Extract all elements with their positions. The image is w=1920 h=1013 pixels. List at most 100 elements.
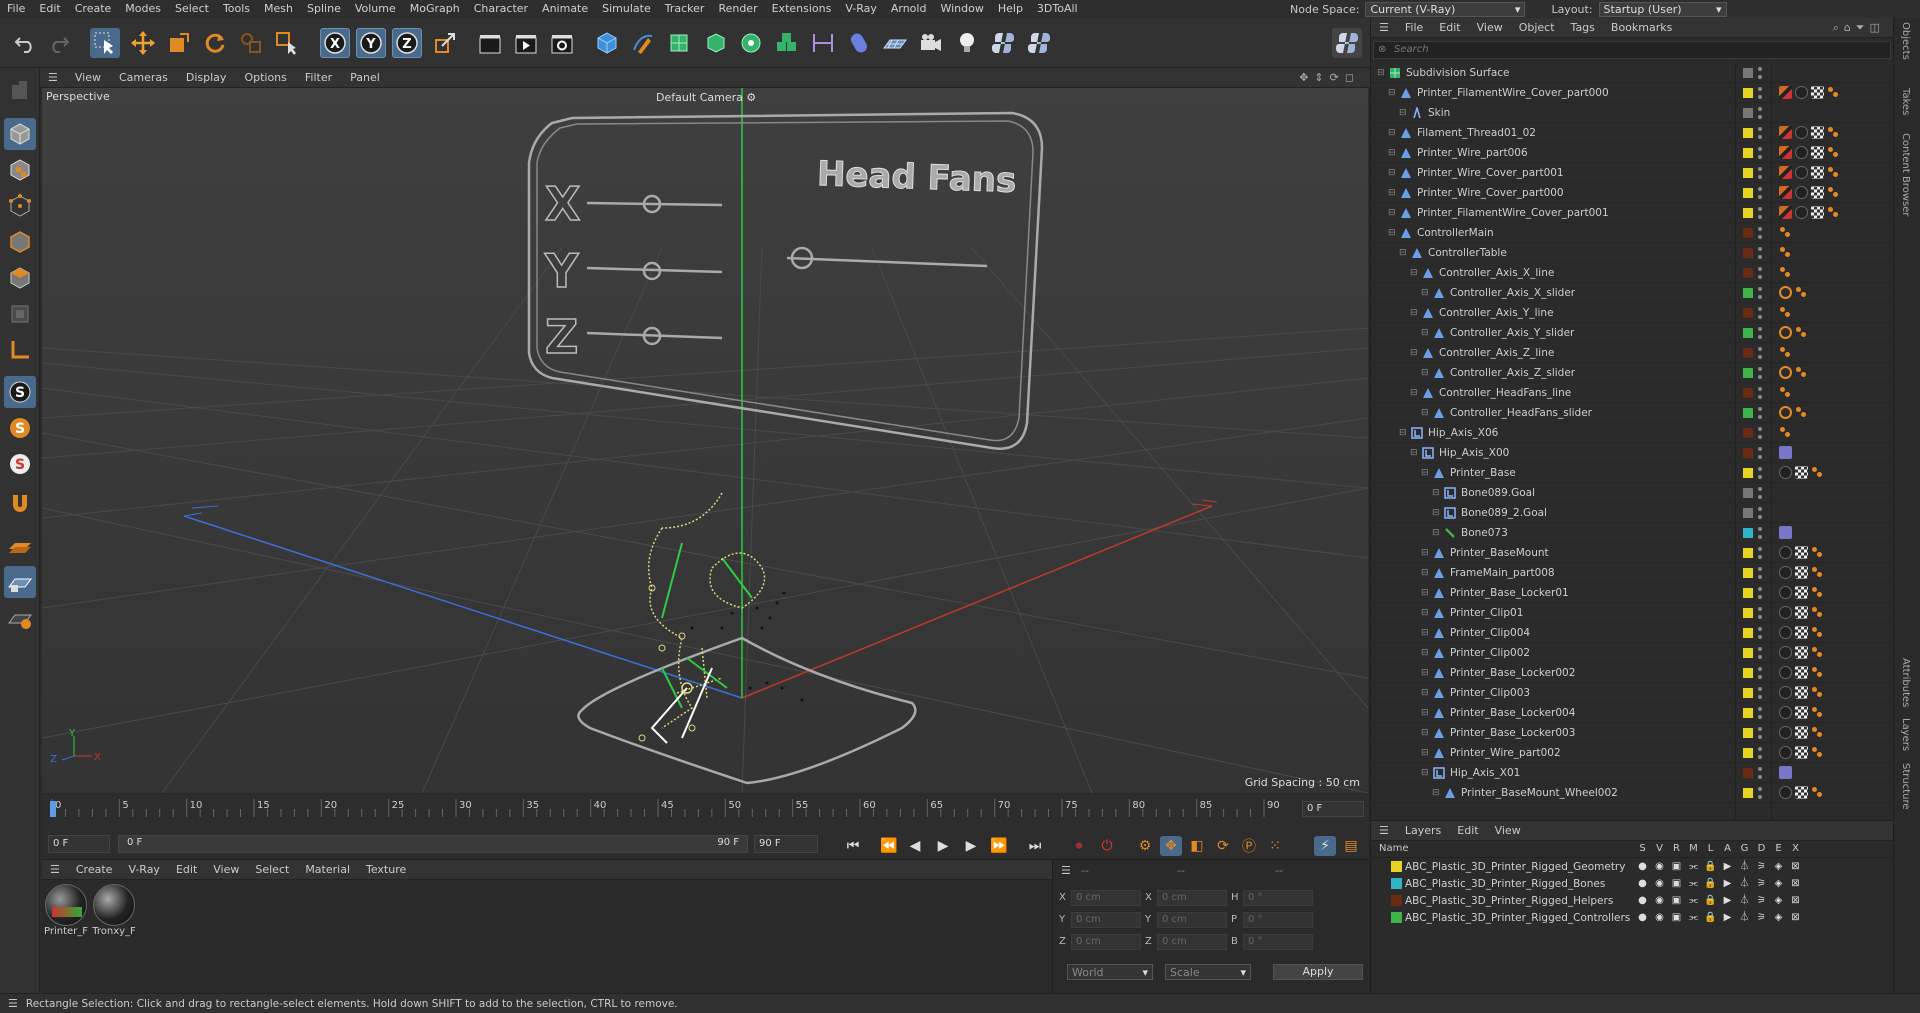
object-row[interactable]: ⊟ Printer_FilamentWire_Cover_part000	[1371, 83, 1894, 103]
om-menu-view[interactable]: View	[1469, 21, 1511, 34]
scheme-button[interactable]: ⚡	[1314, 836, 1336, 856]
render-visibility-dot[interactable]	[1758, 554, 1762, 559]
layer-col-e[interactable]: E	[1772, 843, 1785, 854]
python-button-2[interactable]	[1024, 28, 1054, 58]
layer-color-swatch[interactable]	[1743, 447, 1753, 458]
object-row[interactable]: ⊟ Printer_Wire_part002	[1371, 743, 1894, 763]
layer-col-v[interactable]: V	[1653, 843, 1666, 854]
object-row[interactable]: ⊟ Controller_HeadFans_slider	[1371, 403, 1894, 423]
ik-tag-icon[interactable]	[1827, 126, 1840, 139]
texture-tag-icon[interactable]	[1795, 586, 1808, 599]
render-visibility-dot[interactable]	[1758, 134, 1762, 139]
layer-row[interactable]: ABC_Plastic_3D_Printer_Rigged_Controller…	[1371, 909, 1894, 926]
render-visibility-dot[interactable]	[1758, 674, 1762, 679]
editor-visibility-dot[interactable]	[1758, 406, 1762, 411]
generators-toggle-icon[interactable]: ⏃	[1738, 861, 1751, 873]
render-settings-button[interactable]	[547, 28, 577, 58]
texture-tag-icon[interactable]	[1811, 166, 1824, 179]
phong-tag-icon[interactable]	[1795, 86, 1808, 99]
selection-tag-icon[interactable]	[1779, 526, 1792, 539]
phong-tag-icon[interactable]	[1779, 626, 1792, 639]
render-visibility-dot[interactable]	[1758, 714, 1762, 719]
xref-toggle-icon[interactable]: ⊠	[1789, 895, 1802, 907]
key-pla-button[interactable]: ⁙	[1264, 836, 1286, 856]
undo-button[interactable]	[10, 28, 40, 58]
layer-col-s[interactable]: S	[1636, 843, 1649, 854]
layer-col-g[interactable]: G	[1738, 843, 1751, 854]
render-visibility-dot[interactable]	[1758, 334, 1762, 339]
viewport[interactable]: X Y Z Head Fans Y X Z Perspective Defaul…	[42, 88, 1368, 793]
side-tab-takes[interactable]: Takes	[1900, 88, 1911, 115]
render-visibility-dot[interactable]	[1758, 774, 1762, 779]
locked-toggle-icon[interactable]: 🔒	[1704, 861, 1717, 873]
deformers-toggle-icon[interactable]: ⚞	[1755, 912, 1768, 924]
visibility-dots[interactable]	[1757, 626, 1763, 639]
layer-color-swatch[interactable]	[1743, 247, 1753, 258]
visibility-dots[interactable]	[1757, 386, 1763, 399]
layer-color-swatch[interactable]	[1743, 267, 1753, 278]
expand-toggle-icon[interactable]: ⊟	[1399, 428, 1407, 438]
visibility-dots[interactable]	[1757, 706, 1763, 719]
current-frame-field[interactable]: 0 F	[1302, 801, 1364, 817]
locked-toggle-icon[interactable]: 🔒	[1704, 912, 1717, 924]
visibility-dots[interactable]	[1757, 206, 1763, 219]
layer-color-swatch[interactable]	[1743, 427, 1753, 438]
camera-button[interactable]	[916, 28, 946, 58]
editor-visibility-dot[interactable]	[1758, 326, 1762, 331]
edges-mode-button[interactable]	[4, 226, 36, 258]
expressions-toggle-icon[interactable]: ◈	[1772, 912, 1785, 924]
editor-visibility-dot[interactable]	[1758, 566, 1762, 571]
render-visibility-dot[interactable]	[1758, 94, 1762, 99]
menu-mesh[interactable]: Mesh	[257, 0, 300, 18]
phong-tag-icon[interactable]	[1779, 746, 1792, 759]
coord-size-field[interactable]: 0 cm	[1157, 934, 1227, 950]
ik-tag-icon[interactable]	[1779, 306, 1792, 319]
menu-v-ray[interactable]: V-Ray	[838, 0, 884, 18]
layer-color-swatch[interactable]	[1743, 347, 1753, 358]
deformers-toggle-icon[interactable]: ⚞	[1755, 878, 1768, 890]
phong-tag-icon[interactable]	[1779, 706, 1792, 719]
expand-toggle-icon[interactable]: ⊟	[1421, 768, 1429, 778]
selection-filter-button[interactable]	[272, 28, 302, 58]
object-row[interactable]: ⊟ Bone089.Goal	[1371, 483, 1894, 503]
go-to-start-button[interactable]: ⏮	[842, 836, 864, 856]
editor-visibility-dot[interactable]	[1758, 306, 1762, 311]
object-row[interactable]: ⊟ Printer_Clip004	[1371, 623, 1894, 643]
viewport-menu-display[interactable]: Display	[177, 71, 236, 84]
editor-visibility-dot[interactable]	[1758, 186, 1762, 191]
object-row[interactable]: ⊟ Bone089_2.Goal	[1371, 503, 1894, 523]
expand-toggle-icon[interactable]: ⊟	[1421, 728, 1429, 738]
object-row[interactable]: ⊟ FrameMain_part008	[1371, 563, 1894, 583]
render-visibility-dot[interactable]	[1758, 454, 1762, 459]
render-visibility-dot[interactable]	[1758, 74, 1762, 79]
texture-tag-icon[interactable]	[1795, 626, 1808, 639]
texture-tag-icon[interactable]	[1795, 706, 1808, 719]
visible-toggle-icon[interactable]: ◉	[1653, 912, 1666, 924]
ik-tag-icon[interactable]	[1811, 586, 1824, 599]
render-picture-viewer-button[interactable]	[511, 28, 541, 58]
expand-toggle-icon[interactable]: ⊟	[1432, 488, 1440, 498]
render-visibility-dot[interactable]	[1758, 434, 1762, 439]
texture-tag-icon[interactable]	[1811, 126, 1824, 139]
render-visibility-dot[interactable]	[1758, 694, 1762, 699]
render-visibility-dot[interactable]	[1758, 194, 1762, 199]
layer-color-swatch[interactable]	[1743, 287, 1753, 298]
visibility-dots[interactable]	[1757, 566, 1763, 579]
object-row[interactable]: ⊟ ControllerMain	[1371, 223, 1894, 243]
render-visibility-dot[interactable]	[1758, 414, 1762, 419]
editor-visibility-dot[interactable]	[1758, 666, 1762, 671]
generators-toggle-icon[interactable]: ⏃	[1738, 895, 1751, 907]
manager-toggle-icon[interactable]: ⫘	[1687, 878, 1700, 890]
phong-tag-icon[interactable]	[1779, 566, 1792, 579]
layer-color-swatch[interactable]	[1743, 547, 1753, 558]
visibility-dots[interactable]	[1757, 506, 1763, 519]
om-menu-edit[interactable]: Edit	[1431, 21, 1468, 34]
x-axis-lock-button[interactable]: X	[320, 28, 350, 58]
editor-visibility-dot[interactable]	[1758, 686, 1762, 691]
ik-tag-icon[interactable]	[1795, 406, 1808, 419]
layer-color-swatch[interactable]	[1743, 127, 1753, 138]
locked-toggle-icon[interactable]: 🔒	[1704, 895, 1717, 907]
expand-toggle-icon[interactable]: ⊟	[1410, 388, 1418, 398]
visibility-dots[interactable]	[1757, 606, 1763, 619]
visibility-dots[interactable]	[1757, 106, 1763, 119]
